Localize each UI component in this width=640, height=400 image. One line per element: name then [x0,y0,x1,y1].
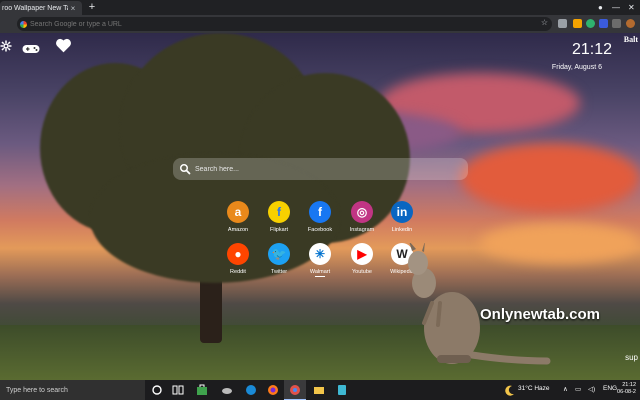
shortcut-label: Amazon [227,227,249,233]
weather-text[interactable]: 31°C Haze [518,385,550,392]
google-icon [20,20,27,28]
sky-cloud [460,143,640,213]
browser-tab[interactable]: roo Wallpaper New Tab Th × [0,1,82,15]
extension-icon[interactable] [558,19,567,28]
extension-icon[interactable] [599,19,608,28]
walmart-icon: ✳ [309,243,331,265]
extension-icon[interactable] [586,19,595,28]
address-input[interactable] [30,20,510,28]
search-input[interactable] [195,165,455,173]
app-icon[interactable] [336,384,348,396]
tab-close-button[interactable]: × [68,4,78,13]
search-icon [179,163,193,175]
amazon-icon: a [227,201,249,223]
shortcut-label: Flipkart [269,227,289,233]
taskbar-time: 21:12 [622,382,636,388]
browser-toolbar: ☆ [0,15,640,33]
youtube-icon: ▶ [351,243,373,265]
taskbar-search-box[interactable]: Type here to search [0,380,145,400]
shortcut-label: Instagram [349,227,375,233]
cortana-icon[interactable] [151,384,163,396]
shortcut-instagram[interactable]: ◎ Instagram [343,201,381,233]
tab-title: roo Wallpaper New Tab Th [2,4,68,12]
edge-icon[interactable] [245,384,257,396]
taskbar-date: 06-08-2 [617,389,636,395]
volume-icon[interactable]: ◁) [588,385,595,393]
reddit-icon: ● [227,243,249,265]
new-tab-button[interactable]: + [86,1,98,14]
shortcut-reddit[interactable]: ● Reddit [219,243,257,275]
folder-icon[interactable] [313,384,325,396]
watermark-text: Onlynewtab.com [480,306,601,323]
network-icon[interactable]: ▭ [575,385,581,393]
shortcut-label: Walmart [309,269,331,275]
linkedin-icon: in [391,201,413,223]
shortcut-amazon[interactable]: a Amazon [219,201,257,233]
search-bar[interactable] [173,158,468,180]
chrome-icon[interactable] [289,384,301,396]
clock-time: 21:12 [571,41,612,58]
weather-moon-icon [505,385,514,396]
shortcut-flipkart[interactable]: f Flipkart [260,201,298,233]
shortcut-label: Youtube [352,269,372,275]
shortcut-linkedin[interactable]: in Linkedin [383,201,421,233]
shortcut-label: Reddit [230,269,246,275]
shortcut-label: Linkedin [391,227,413,233]
date-label: Friday, August 6 [551,64,602,71]
facebook-icon: f [309,201,331,223]
firefox-icon[interactable] [267,384,279,396]
minimize-button[interactable]: — [612,1,620,14]
shortcut-youtube[interactable]: ▶ Youtube [343,243,381,275]
avatar[interactable] [626,19,635,28]
tray-chevron-icon[interactable]: ∧ [563,385,568,393]
shortcut-underline [315,276,325,277]
taskbar-clock[interactable]: 21:12 06-08-2 [617,382,636,396]
twitter-icon: 🐦 [268,243,290,265]
shortcut-label: Twitter [270,269,288,275]
bookmark-star-icon[interactable]: ☆ [541,18,548,27]
gear-icon[interactable] [0,39,12,57]
omnibox[interactable]: ☆ [17,17,552,31]
corner-bottom-text: sup [625,353,638,362]
profile-dot-icon[interactable]: ● [598,1,603,14]
heart-icon[interactable] [55,38,72,58]
shortcut-twitter[interactable]: 🐦 Twitter [260,243,298,275]
extension-icon[interactable] [573,19,582,28]
store-icon[interactable] [196,384,208,396]
close-window-button[interactable]: ✕ [628,1,635,14]
new-tab-page: 21:12 Friday, August 6 Balt a Amazon f Flip… [0,33,640,380]
taskbar-search-label: Type here to search [6,386,68,394]
shortcut-facebook[interactable]: f Facebook [301,201,339,233]
corner-text: Balt [623,35,638,44]
language-indicator[interactable]: ENG [603,385,617,392]
extension-icon[interactable] [612,19,621,28]
shortcut-label: Facebook [307,227,333,233]
shortcut-walmart[interactable]: ✳ Walmart [301,243,339,277]
taskbar: Type here to search 31°C Haze ∧ ▭ ◁) ENG… [0,380,640,400]
flipkart-icon: f [268,201,290,223]
tab-strip: roo Wallpaper New Tab Th × + ● — ✕ [0,0,640,15]
gamepad-icon[interactable] [22,41,40,59]
task-view-icon[interactable] [172,384,184,396]
cloud-app-icon[interactable] [221,384,233,396]
instagram-icon: ◎ [351,201,373,223]
